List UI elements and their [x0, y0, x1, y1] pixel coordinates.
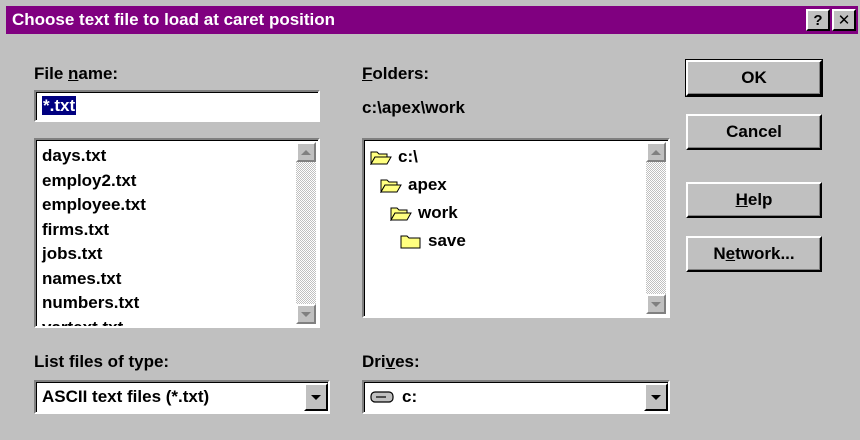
list-item[interactable]: firms.txt: [42, 218, 146, 243]
folders-label: Folders:: [362, 64, 430, 83]
title-bar[interactable]: Choose text file to load at caret positi…: [6, 6, 858, 34]
folder-open-icon: [370, 151, 392, 165]
list-item[interactable]: numbers.txt: [42, 291, 146, 316]
file-type-value: ASCII text files (*.txt): [42, 387, 210, 406]
network-button[interactable]: Ne twork...: [686, 236, 822, 272]
folder-item[interactable]: apex: [380, 172, 447, 198]
folder-item[interactable]: work: [390, 200, 458, 226]
arrow-up-icon: [651, 149, 661, 155]
arrow-down-icon: [301, 311, 311, 317]
scroll-up-button[interactable]: [646, 142, 666, 162]
chevron-down-icon: [311, 394, 321, 400]
list-item[interactable]: jobs.txt: [42, 242, 146, 267]
file-type-label: List files of type:: [34, 352, 170, 371]
list-item[interactable]: days.txt: [42, 144, 146, 169]
drive-icon: [370, 391, 394, 403]
question-icon: ?: [813, 11, 823, 29]
close-button[interactable]: ✕: [832, 9, 856, 31]
file-type-dropdown-button[interactable]: [304, 383, 328, 411]
folder-open-icon: [390, 207, 412, 221]
drives-select[interactable]: c:: [362, 380, 670, 414]
drives-dropdown-button[interactable]: [644, 383, 668, 411]
folder-name: apex: [408, 175, 447, 194]
file-type-select[interactable]: ASCII text files (*.txt): [34, 380, 330, 414]
help-title-button[interactable]: ?: [806, 9, 830, 31]
file-name-value: *.txt: [42, 96, 77, 115]
close-icon: ✕: [837, 12, 851, 29]
folder-name: save: [428, 231, 466, 250]
folder-open-icon: [380, 179, 402, 193]
file-name-input[interactable]: *.txt: [34, 90, 320, 122]
list-item[interactable]: names.txt: [42, 267, 146, 292]
folder-tree[interactable]: c:\ apex work save: [362, 138, 670, 318]
scroll-up-button[interactable]: [296, 142, 316, 162]
file-list-scrollbar[interactable]: [296, 142, 316, 324]
chevron-down-icon: [651, 394, 661, 400]
folder-closed-icon: [400, 235, 421, 249]
current-path: c:\apex\work: [362, 98, 465, 117]
arrow-down-icon: [651, 301, 661, 307]
scroll-down-button[interactable]: [646, 294, 666, 314]
scroll-down-button[interactable]: [296, 304, 316, 324]
ok-button[interactable]: OK: [685, 59, 823, 97]
folder-name: c:\: [398, 147, 418, 166]
dialog-title: Choose text file to load at caret positi…: [12, 10, 336, 29]
arrow-up-icon: [301, 149, 311, 155]
list-item[interactable]: vartext.txt: [42, 316, 146, 327]
cancel-button[interactable]: Cancel: [686, 114, 822, 150]
folder-item[interactable]: save: [400, 228, 466, 254]
drives-label: Drives:: [362, 352, 420, 371]
list-item[interactable]: employ2.txt: [42, 169, 146, 194]
folder-name: work: [418, 203, 458, 222]
folder-item[interactable]: c:\: [370, 144, 418, 170]
drives-value-wrap: c:: [364, 387, 644, 407]
folder-tree-scrollbar[interactable]: [646, 142, 666, 314]
help-button[interactable]: Help: [686, 182, 822, 218]
drives-value: c:: [402, 387, 418, 406]
list-item[interactable]: employee.txt: [42, 193, 146, 218]
open-file-dialog: Choose text file to load at caret positi…: [0, 0, 860, 440]
file-name-label: File name:: [34, 64, 119, 83]
file-list[interactable]: days.txt employ2.txt employee.txt firms.…: [34, 138, 320, 328]
